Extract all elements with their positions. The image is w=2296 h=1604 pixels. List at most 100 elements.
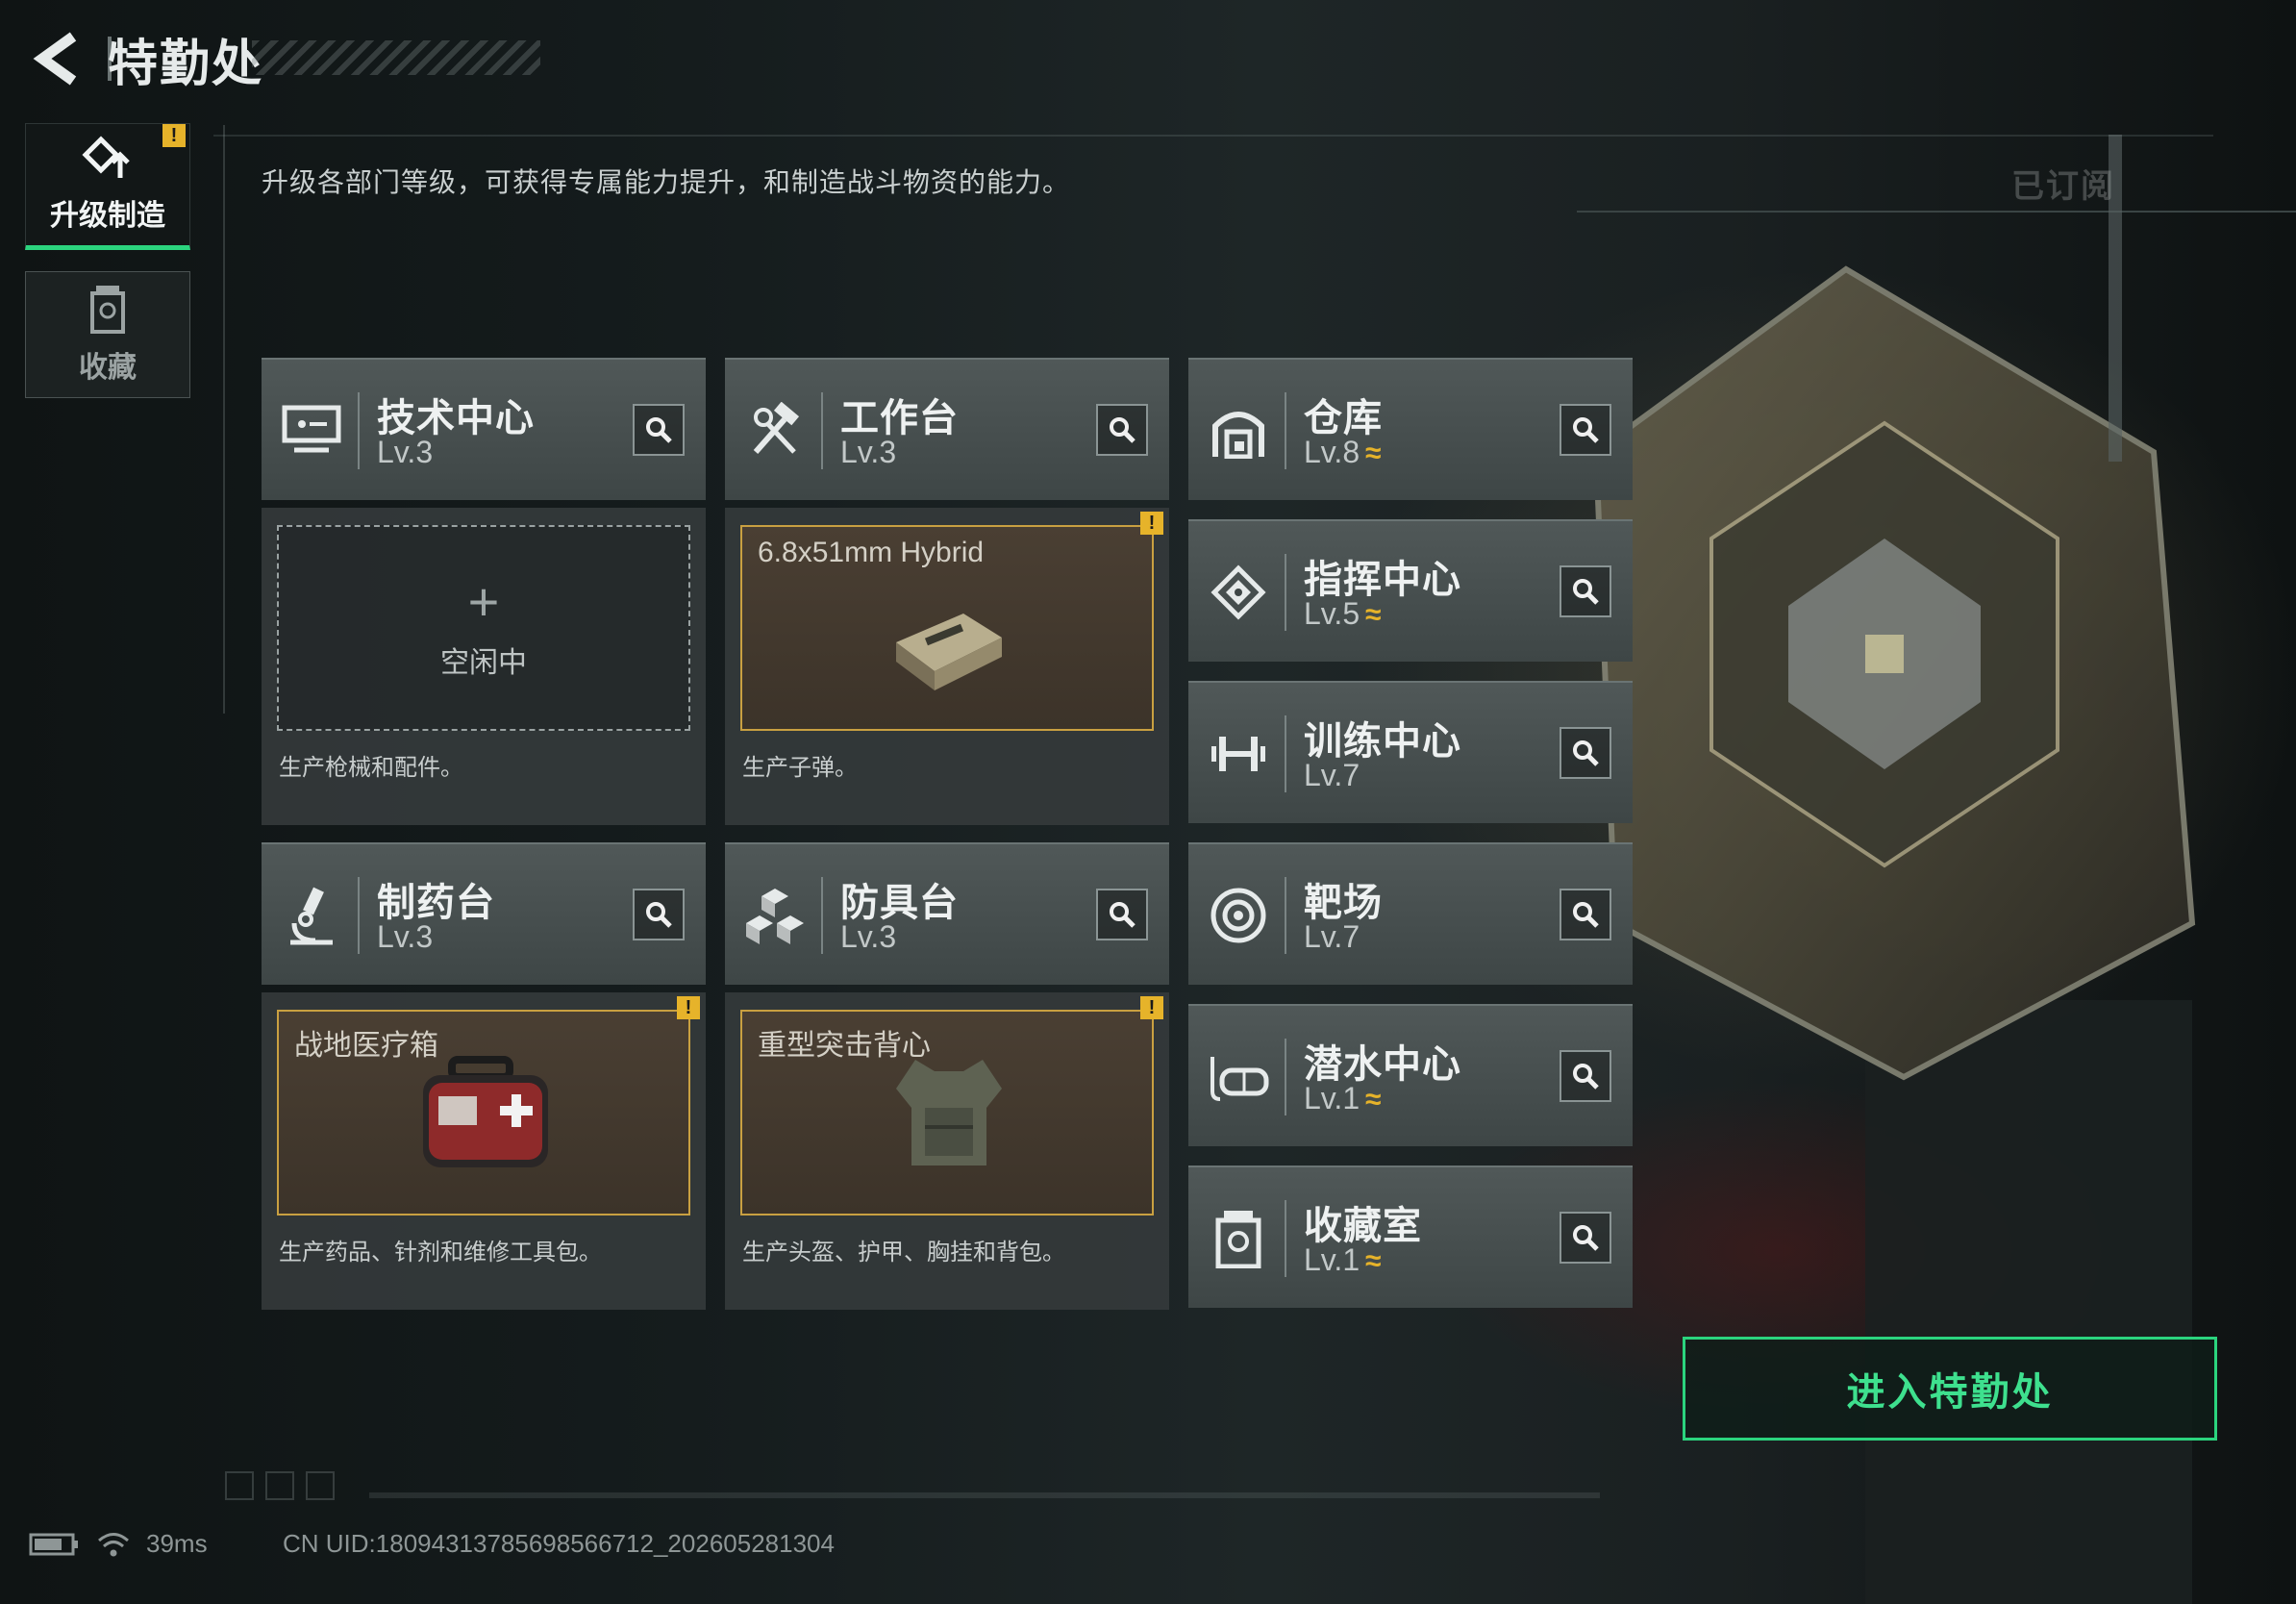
card-divider bbox=[1285, 1039, 1286, 1115]
level-text: Lv.7 bbox=[1304, 919, 1360, 954]
facility-card-shooting-range[interactable]: 靶场 Lv.7 bbox=[1188, 842, 1633, 985]
facility-level: Lv.1 ≈ bbox=[1304, 1242, 1382, 1278]
collection-icon bbox=[90, 286, 125, 334]
search-icon bbox=[1573, 1064, 1599, 1090]
slot-status: 空闲中 bbox=[440, 647, 527, 679]
frame-line-vertical bbox=[223, 125, 225, 714]
warehouse-icon bbox=[1206, 398, 1271, 464]
dumbbell-icon bbox=[1206, 721, 1271, 787]
production-caption: 生产头盔、护甲、胸挂和背包。 bbox=[742, 1240, 1065, 1266]
frame-line-horizontal bbox=[213, 135, 2213, 137]
computer-icon bbox=[279, 398, 344, 464]
slot-warning-badge: ! bbox=[677, 996, 700, 1019]
production-slot-active[interactable]: 重型突击背心 bbox=[740, 1010, 1154, 1216]
inspect-button[interactable] bbox=[633, 889, 685, 940]
facility-card-tech-center[interactable]: 技术中心 Lv.3 bbox=[262, 358, 706, 500]
production-panel-workbench: 6.8x51mm Hybrid ! 生产子弹。 bbox=[725, 508, 1169, 825]
card-divider bbox=[821, 877, 823, 954]
level-text: Lv.8 bbox=[1304, 435, 1360, 469]
card-divider bbox=[1285, 715, 1286, 792]
card-divider bbox=[1285, 392, 1286, 469]
inspect-button[interactable] bbox=[1560, 727, 1611, 779]
facility-card-collection-room[interactable]: 收藏室 Lv.1 ≈ bbox=[1188, 1165, 1633, 1308]
card-divider bbox=[821, 392, 823, 469]
search-icon bbox=[1110, 417, 1136, 443]
facility-level: Lv.8 ≈ bbox=[1304, 435, 1382, 470]
inspect-button[interactable] bbox=[1096, 889, 1148, 940]
tab-upgrade-craft[interactable]: 升级制造 ! bbox=[25, 123, 190, 250]
collection-icon bbox=[1206, 1206, 1271, 1271]
facility-card-workbench[interactable]: 工作台 Lv.3 bbox=[725, 358, 1169, 500]
inspect-button[interactable] bbox=[1560, 1050, 1611, 1102]
slot-warning-badge: ! bbox=[1140, 996, 1163, 1019]
page-title: 特勤处 bbox=[108, 37, 264, 92]
enter-special-ops-button[interactable]: 进入特勤处 bbox=[1683, 1337, 2217, 1441]
production-panel-tech-center: + 空闲中 生产枪械和配件。 bbox=[262, 508, 706, 825]
inspect-button[interactable] bbox=[1096, 404, 1148, 456]
level-text: Lv.3 bbox=[840, 919, 897, 954]
facility-level: Lv.7 bbox=[1304, 758, 1360, 793]
bottom-track bbox=[369, 1492, 1600, 1498]
production-panel-armor-bench: 重型突击背心 ! 生产头盔、护甲、胸挂和背包。 bbox=[725, 992, 1169, 1310]
search-icon bbox=[1110, 902, 1136, 928]
facility-level: Lv.7 bbox=[1304, 919, 1360, 955]
item-name: 6.8x51mm Hybrid bbox=[758, 537, 985, 568]
inspect-button[interactable] bbox=[1560, 889, 1611, 940]
inspect-button[interactable] bbox=[1560, 404, 1611, 456]
search-icon bbox=[1573, 740, 1599, 766]
back-button[interactable] bbox=[23, 25, 90, 92]
search-icon bbox=[1573, 1225, 1599, 1251]
upgrade-available-icon: ≈ bbox=[1365, 1084, 1382, 1115]
tab-upgrade-craft-label: 升级制造 bbox=[50, 200, 165, 232]
wifi-icon bbox=[98, 1532, 129, 1556]
production-slot-empty[interactable]: + 空闲中 bbox=[277, 525, 690, 731]
ping-readout: 39ms bbox=[146, 1529, 208, 1558]
first-aid-kit-icon bbox=[423, 1056, 548, 1167]
production-slot-active[interactable]: 6.8x51mm Hybrid bbox=[740, 525, 1154, 731]
facility-level: Lv.1 ≈ bbox=[1304, 1081, 1382, 1116]
facility-card-diving-center[interactable]: 潜水中心 Lv.1 ≈ bbox=[1188, 1004, 1633, 1146]
facility-card-training-center[interactable]: 训练中心 Lv.7 bbox=[1188, 681, 1633, 823]
status-bar: 39ms bbox=[29, 1529, 208, 1559]
production-slot-active[interactable]: 战地医疗箱 bbox=[277, 1010, 690, 1216]
tab-collection[interactable]: 收藏 bbox=[25, 271, 190, 398]
facility-card-armor-bench[interactable]: 防具台 Lv.3 bbox=[725, 842, 1169, 985]
facility-card-command-center[interactable]: 指挥中心 Lv.5 ≈ bbox=[1188, 519, 1633, 662]
production-panel-pharmacy: 战地医疗箱 ! 生产药品、针剂和维修工具包。 bbox=[262, 992, 706, 1310]
card-divider bbox=[1285, 554, 1286, 631]
user-uid: CN UID:18094313785698566712_202605281304 bbox=[283, 1529, 835, 1558]
search-icon bbox=[1573, 902, 1599, 928]
title-decoration bbox=[252, 40, 540, 75]
inspect-button[interactable] bbox=[633, 404, 685, 456]
ammo-box-icon bbox=[896, 614, 1002, 690]
production-caption: 生产枪械和配件。 bbox=[279, 755, 463, 781]
production-caption: 生产子弹。 bbox=[742, 755, 858, 781]
card-divider bbox=[358, 392, 360, 469]
slot-warning-badge: ! bbox=[1140, 512, 1163, 535]
level-text: Lv.7 bbox=[1304, 758, 1360, 792]
search-icon bbox=[646, 417, 672, 443]
inspect-button[interactable] bbox=[1560, 1212, 1611, 1264]
facility-card-pharmacy[interactable]: 制药台 Lv.3 bbox=[262, 842, 706, 985]
enter-button-label: 进入特勤处 bbox=[1846, 1371, 2054, 1414]
subscribed-button[interactable]: 已订阅 bbox=[2011, 160, 2115, 207]
facility-level: Lv.5 ≈ bbox=[1304, 596, 1382, 632]
hammer-wrench-icon bbox=[742, 398, 808, 464]
back-arrow-icon bbox=[33, 32, 77, 86]
command-chip-icon bbox=[1206, 560, 1271, 625]
level-text: Lv.3 bbox=[377, 919, 434, 954]
facility-level: Lv.3 bbox=[377, 435, 433, 470]
facility-level: Lv.3 bbox=[377, 919, 433, 955]
microscope-icon bbox=[279, 883, 344, 948]
card-divider bbox=[1285, 1200, 1286, 1277]
facility-level: Lv.3 bbox=[840, 919, 896, 955]
card-divider bbox=[1285, 877, 1286, 954]
facility-card-warehouse[interactable]: 仓库 Lv.8 ≈ bbox=[1188, 358, 1633, 500]
facility-level: Lv.3 bbox=[840, 435, 896, 470]
inspect-button[interactable] bbox=[1560, 565, 1611, 617]
level-text: Lv.5 bbox=[1304, 596, 1360, 631]
tab-warning-badge: ! bbox=[162, 124, 186, 147]
diving-mask-icon bbox=[1206, 1044, 1271, 1110]
battery-icon bbox=[29, 1533, 78, 1555]
production-caption: 生产药品、针剂和维修工具包。 bbox=[279, 1240, 602, 1266]
